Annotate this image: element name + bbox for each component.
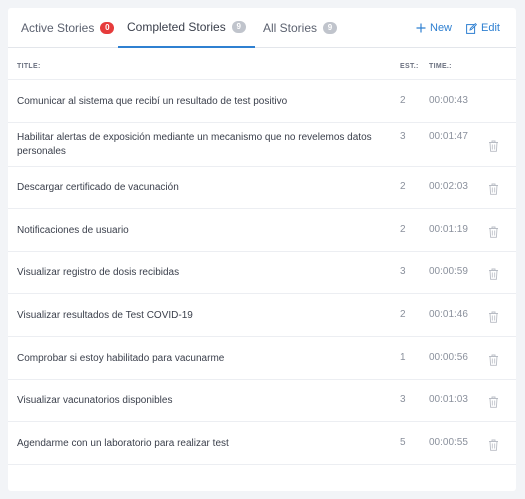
story-title: Visualizar registro de dosis recibidas	[17, 267, 180, 278]
story-estimate: 3	[400, 266, 406, 277]
table-row[interactable]: Visualizar vacunatorios disponibles 3 00:0…	[8, 380, 516, 422]
table-row[interactable]: Agendarme con un laboratorio para realiz…	[8, 422, 516, 465]
est-column-header: EST.:	[400, 63, 419, 70]
trash-icon[interactable]	[488, 438, 499, 451]
edit-button[interactable]: Edit	[466, 8, 500, 48]
story-time: 00:01:03	[429, 394, 468, 405]
tab-bar: Active Stories 0 Completed Stories 9 All…	[8, 8, 516, 48]
story-title: Descargar certificado de vacunación	[17, 182, 179, 193]
new-button[interactable]: New	[416, 8, 452, 48]
trash-icon[interactable]	[488, 267, 499, 280]
story-title: Visualizar vacunatorios disponibles	[17, 395, 173, 406]
story-time: 00:01:46	[429, 309, 468, 320]
story-time: 00:00:59	[429, 266, 468, 277]
story-title: Notificaciones de usuario	[17, 225, 129, 236]
story-estimate: 2	[400, 181, 406, 192]
plus-icon	[416, 23, 426, 33]
story-title: Agendarme con un laboratorio para realiz…	[17, 438, 229, 449]
story-time: 00:01:47	[429, 131, 468, 142]
tab-active-stories[interactable]: Active Stories 0	[21, 8, 115, 48]
tab-all-stories-label: All Stories	[263, 21, 318, 35]
time-column-header: TIME.:	[429, 63, 452, 70]
story-estimate: 1	[400, 352, 406, 363]
trash-icon[interactable]	[488, 225, 499, 238]
new-button-label: New	[430, 22, 453, 34]
story-time: 00:01:19	[429, 224, 468, 235]
story-estimate: 2	[400, 224, 406, 235]
tab-completed-stories[interactable]: Completed Stories 9	[118, 8, 255, 48]
tab-all-stories[interactable]: All Stories 9	[263, 8, 338, 48]
table-row[interactable]: Habilitar alertas de exposición mediante…	[8, 123, 516, 167]
table-header: TITLE: EST.: TIME.:	[8, 56, 516, 80]
table-row[interactable]: Descargar certificado de vacunación 2 00:0…	[8, 167, 516, 209]
story-title: Comunicar al sistema que recibí un resul…	[17, 96, 288, 107]
stories-card: Active Stories 0 Completed Stories 9 All…	[8, 8, 516, 491]
story-time: 00:00:55	[429, 437, 468, 448]
table-row[interactable]: Notificaciones de usuario 2 00:01:19	[8, 209, 516, 252]
table-row[interactable]: Comunicar al sistema que recibí un resul…	[8, 80, 516, 123]
active-stories-count-badge: 0	[100, 22, 115, 34]
trash-icon[interactable]	[488, 139, 499, 152]
table-row[interactable]: Visualizar registro de dosis recibidas 3 0…	[8, 252, 516, 294]
story-estimate: 3	[400, 131, 406, 142]
story-time: 00:00:56	[429, 352, 468, 363]
story-estimate: 3	[400, 394, 406, 405]
story-title: Comprobar si estoy habilitado para vacun…	[17, 353, 225, 364]
story-title: Visualizar resultados de Test COVID-19	[17, 310, 193, 321]
table-row[interactable]: Visualizar resultados de Test COVID-19 2 0…	[8, 294, 516, 337]
trash-icon[interactable]	[488, 182, 499, 195]
table-row[interactable]: Comprobar si estoy habilitado para vacun…	[8, 337, 516, 380]
tab-completed-stories-label: Completed Stories	[127, 20, 226, 34]
tab-active-stories-label: Active Stories	[21, 21, 95, 35]
edit-icon	[466, 22, 477, 34]
story-estimate: 2	[400, 309, 406, 320]
trash-icon[interactable]	[488, 353, 499, 366]
trash-icon[interactable]	[488, 310, 499, 323]
story-time: 00:02:03	[429, 181, 468, 192]
completed-stories-count-badge: 9	[231, 21, 246, 33]
story-estimate: 5	[400, 437, 406, 448]
story-estimate: 2	[400, 95, 406, 106]
all-stories-count-badge: 9	[323, 22, 338, 34]
story-time: 00:00:43	[429, 95, 468, 106]
trash-icon[interactable]	[488, 395, 499, 408]
edit-button-label: Edit	[481, 22, 500, 34]
story-title: Habilitar alertas de exposición mediante…	[17, 132, 372, 157]
title-column-header: TITLE:	[17, 63, 41, 70]
